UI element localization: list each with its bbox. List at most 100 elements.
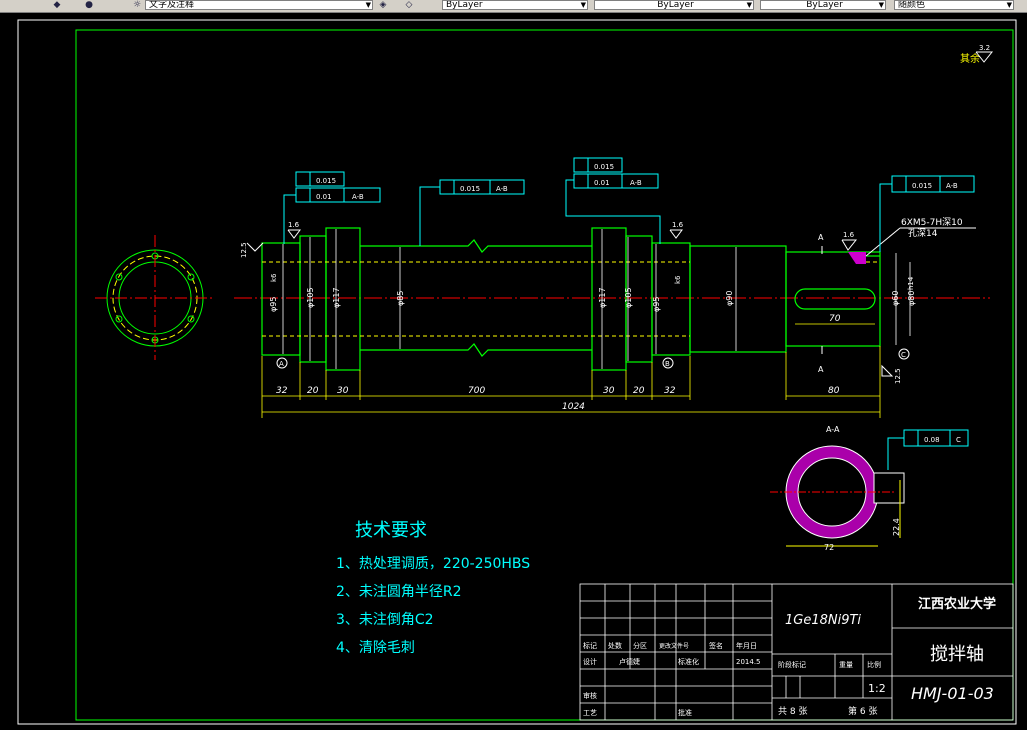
svg-text:φ60: φ60 bbox=[891, 291, 900, 306]
svg-text:阶段标记: 阶段标记 bbox=[778, 660, 806, 669]
svg-text:工艺: 工艺 bbox=[583, 709, 597, 717]
svg-text:0.015: 0.015 bbox=[316, 177, 336, 185]
requirement-item: 2、未注圆角半径R2 bbox=[336, 584, 462, 600]
svg-text:22.4: 22.4 bbox=[892, 518, 901, 536]
scale-text: 1:2 bbox=[868, 682, 886, 695]
svg-text:标记: 标记 bbox=[583, 641, 597, 650]
svg-text:批准: 批准 bbox=[678, 708, 692, 717]
svg-text:比例: 比例 bbox=[867, 660, 881, 669]
svg-text:32: 32 bbox=[276, 386, 288, 396]
svg-text:20: 20 bbox=[307, 386, 319, 396]
svg-text:C: C bbox=[956, 436, 961, 444]
end-view bbox=[95, 235, 215, 360]
svg-text:分区: 分区 bbox=[633, 641, 647, 650]
color-dropdown[interactable]: ByLayer ▼ bbox=[442, 0, 588, 10]
svg-text:1.6: 1.6 bbox=[672, 221, 684, 229]
layer-previous-icon[interactable]: ◇ bbox=[404, 0, 414, 10]
svg-text:0.08: 0.08 bbox=[924, 436, 940, 444]
requirements-title: 技术要求 bbox=[355, 520, 427, 541]
plotstyle-value: 随颜色 bbox=[898, 0, 926, 10]
svg-text:卢德婕: 卢德婕 bbox=[619, 657, 640, 666]
svg-text:h14: h14 bbox=[907, 276, 915, 290]
svg-text:70: 70 bbox=[829, 314, 841, 324]
requirement-item: 4、清除毛刺 bbox=[336, 640, 415, 656]
svg-text:φ90: φ90 bbox=[725, 291, 734, 306]
requirement-item: 1、热处理调质，220-250HBS bbox=[336, 556, 530, 572]
svg-text:0.01: 0.01 bbox=[316, 193, 332, 201]
linetype-dropdown[interactable]: ByLayer ▼ bbox=[594, 0, 754, 10]
school-text: 江西农业大学 bbox=[918, 596, 996, 612]
svg-text:0.015: 0.015 bbox=[460, 185, 480, 193]
svg-text:孔深14: 孔深14 bbox=[908, 228, 938, 239]
shaft-hidden-lines bbox=[262, 261, 880, 337]
svg-text:0.015: 0.015 bbox=[594, 163, 614, 171]
svg-text:0.015: 0.015 bbox=[912, 182, 932, 190]
layer-manager-icon[interactable]: ◈ bbox=[378, 0, 388, 10]
svg-text:第 6 张: 第 6 张 bbox=[848, 705, 877, 717]
title-block: 1Ge18Ni9Ti 江西农业大学 搅拌轴 HMJ-01-03 1:2 2014… bbox=[579, 583, 1014, 721]
tolerance-frames: 0.015 0.01 A-B 0.015 A-B 0.015 0.01 A-B … bbox=[283, 157, 975, 470]
svg-text:1.6: 1.6 bbox=[843, 231, 855, 239]
chevron-down-icon: ▼ bbox=[746, 1, 752, 9]
svg-text:φ117: φ117 bbox=[332, 287, 341, 308]
section-marks: A A bbox=[818, 233, 824, 374]
chevron-down-icon: ▼ bbox=[365, 1, 371, 9]
svg-text:700: 700 bbox=[468, 386, 485, 396]
textstyle-value: 文字及注释 bbox=[149, 0, 195, 10]
svg-text:30: 30 bbox=[603, 386, 615, 396]
plotstyle-dropdown[interactable]: 随颜色 ▼ bbox=[894, 0, 1014, 10]
svg-text:A-B: A-B bbox=[496, 185, 508, 193]
svg-text:φ80: φ80 bbox=[907, 291, 916, 306]
roughness-others: 其余 3.2 bbox=[960, 44, 994, 65]
drawing-frame bbox=[17, 19, 1017, 725]
lineweight-value: ByLayer bbox=[806, 0, 843, 10]
requirement-item: 3、未注倒角C2 bbox=[336, 612, 434, 628]
chevron-down-icon: ▼ bbox=[1006, 1, 1012, 9]
drawing-no-text: HMJ-01-03 bbox=[911, 684, 994, 703]
svg-text:A: A bbox=[818, 365, 824, 374]
svg-text:12.5: 12.5 bbox=[240, 242, 248, 258]
svg-text:φ105: φ105 bbox=[624, 287, 633, 308]
thread-note: 6XM5-7H深10 孔深14 bbox=[865, 217, 976, 257]
diameter-dims bbox=[282, 229, 911, 369]
svg-text:年月日: 年月日 bbox=[736, 641, 757, 650]
linetype-value: ByLayer bbox=[657, 0, 694, 10]
svg-text:A-B: A-B bbox=[946, 182, 958, 190]
sun-icon[interactable]: ☼ bbox=[132, 0, 142, 10]
svg-text:φ85: φ85 bbox=[396, 291, 405, 306]
textstyle-dropdown[interactable]: 文字及注释 ▼ bbox=[145, 0, 373, 10]
svg-text:φ117: φ117 bbox=[598, 287, 607, 308]
svg-text:φ95: φ95 bbox=[269, 297, 278, 312]
layer-state-icon[interactable]: ◆ bbox=[52, 0, 62, 10]
technical-requirements: 技术要求 1、热处理调质，220-250HBS 2、未注圆角半径R2 3、未注倒… bbox=[336, 520, 530, 656]
svg-text:处数: 处数 bbox=[608, 641, 622, 650]
svg-text:80: 80 bbox=[828, 386, 840, 396]
bulb-icon[interactable]: ● bbox=[84, 0, 94, 10]
svg-text:12.5: 12.5 bbox=[894, 368, 902, 384]
svg-text:k6: k6 bbox=[674, 275, 682, 284]
svg-text:审核: 审核 bbox=[583, 691, 597, 700]
svg-text:B: B bbox=[665, 360, 670, 368]
thread-hatch bbox=[848, 252, 866, 264]
svg-text:设计: 设计 bbox=[583, 657, 597, 666]
svg-text:更改文件号: 更改文件号 bbox=[659, 642, 689, 650]
svg-text:重量: 重量 bbox=[839, 661, 853, 669]
svg-text:20: 20 bbox=[633, 386, 645, 396]
lineweight-dropdown[interactable]: ByLayer ▼ bbox=[760, 0, 886, 10]
date-text: 2014.5 bbox=[736, 658, 761, 666]
svg-text:φ105: φ105 bbox=[306, 287, 315, 308]
roughness-others-value: 3.2 bbox=[979, 44, 990, 52]
svg-text:共 8 张: 共 8 张 bbox=[778, 706, 807, 717]
shaft-outline bbox=[261, 227, 881, 371]
length-texts: 32 20 30 700 30 20 32 80 1024 70 bbox=[276, 314, 841, 412]
chevron-down-icon: ▼ bbox=[878, 1, 884, 9]
svg-text:签名: 签名 bbox=[709, 641, 723, 650]
svg-text:30: 30 bbox=[337, 386, 349, 396]
drawing-canvas[interactable]: 其余 3.2 φ95 φ105 φ117 φ85 φ117 φ105 φ95 φ… bbox=[0, 12, 1027, 730]
svg-text:A: A bbox=[279, 360, 284, 368]
svg-text:1024: 1024 bbox=[562, 402, 585, 412]
svg-text:72: 72 bbox=[824, 543, 834, 552]
section-view: A-A 72 22.4 bbox=[770, 425, 905, 552]
svg-text:A-A: A-A bbox=[826, 425, 840, 434]
svg-text:k6: k6 bbox=[270, 273, 278, 282]
